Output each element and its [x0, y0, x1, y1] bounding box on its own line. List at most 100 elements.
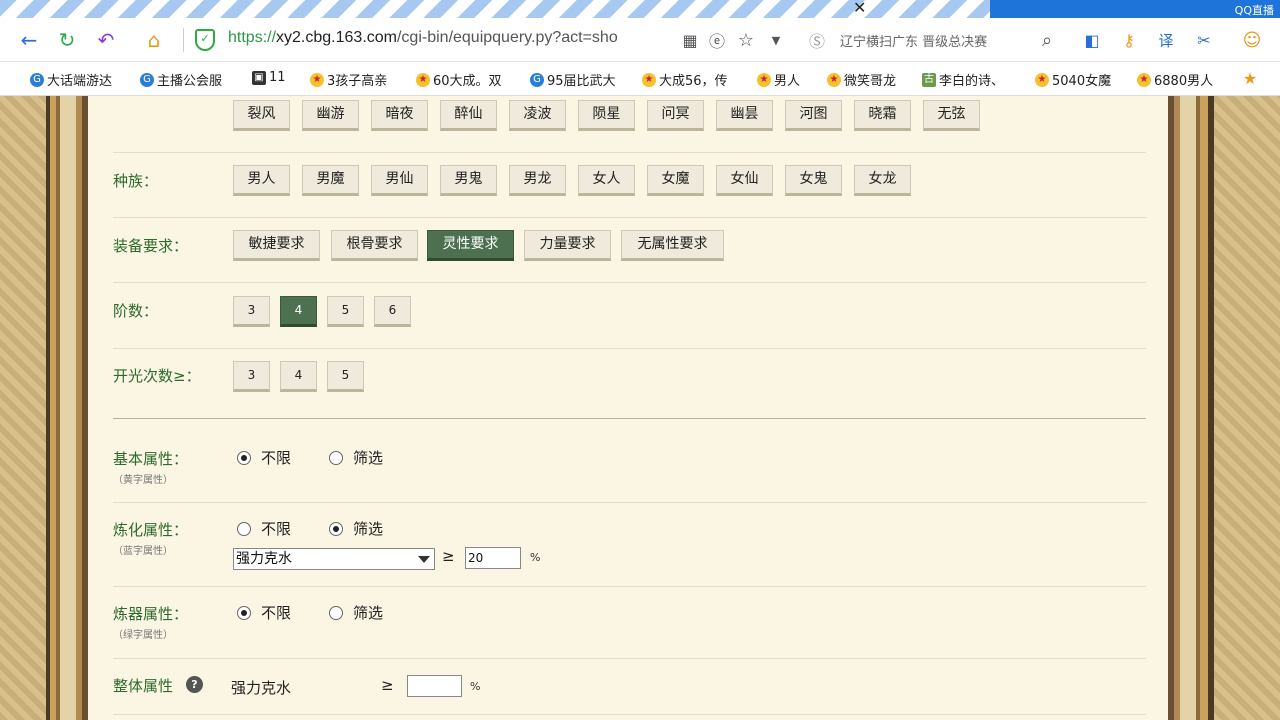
- race-option-button[interactable]: 女人: [578, 165, 635, 196]
- translate-icon[interactable]: 译: [1152, 26, 1180, 54]
- radio-dot: [329, 605, 343, 620]
- active-tab[interactable]: [0, 0, 990, 18]
- equip-req-button[interactable]: 敏捷要求: [233, 230, 320, 261]
- other-tab[interactable]: QQ直播: [990, 0, 1280, 18]
- race-option-button[interactable]: 男人: [233, 165, 290, 196]
- refine-attr-filter-radio[interactable]: 筛选: [329, 518, 383, 539]
- bookmark-icon: G: [30, 72, 44, 87]
- favorite-star-icon[interactable]: ☆: [732, 26, 760, 54]
- bookmark-item[interactable]: ▣ 11: [252, 70, 286, 85]
- dropdown-arrow-icon[interactable]: ▼: [762, 26, 790, 54]
- right-scroll-frame: [1168, 96, 1214, 720]
- key-icon[interactable]: ⚷: [1115, 26, 1143, 54]
- race-option-button[interactable]: 男魔: [302, 165, 359, 196]
- tier-label: 阶数：: [113, 302, 159, 320]
- other-tab-label: QQ直播: [1234, 4, 1274, 17]
- bookmark-item[interactable]: G 主播公会服: [140, 70, 222, 89]
- refine-attr-unlimited-radio[interactable]: 不限: [237, 518, 291, 539]
- style-option-button[interactable]: 醉仙: [440, 100, 497, 131]
- bookmarks-bar: G 大话端游达 G 主播公会服 ▣ 11 ★ 3孩子高亲 ★ 60大成。双 G 95届比武大…: [0, 62, 1280, 96]
- bookmark-item[interactable]: ★ 60大成。双: [416, 70, 502, 89]
- bookmark-label: 大话端游达: [47, 74, 113, 89]
- style-option-button[interactable]: 河图: [785, 100, 842, 131]
- style-option-button[interactable]: 幽游: [302, 100, 359, 131]
- open-count-option-button[interactable]: 3: [233, 361, 270, 392]
- radio-dot: [237, 521, 251, 536]
- radio-dot: [237, 450, 251, 465]
- style-option-button[interactable]: 问冥: [647, 100, 704, 131]
- smiley-icon[interactable]: ☺: [1238, 26, 1266, 54]
- basic-attr-filter-radio[interactable]: 筛选: [329, 447, 383, 468]
- race-option-button[interactable]: 女魔: [647, 165, 704, 196]
- forge-attr-filter-radio[interactable]: 筛选: [329, 602, 383, 623]
- tier-option-button[interactable]: 3: [233, 296, 270, 327]
- style-option-button[interactable]: 晓霜: [854, 100, 911, 131]
- race-option-button[interactable]: 女鬼: [785, 165, 842, 196]
- qr-code-icon[interactable]: ▦: [676, 26, 704, 54]
- divider: [113, 217, 1146, 218]
- basic-attr-unlimited-radio[interactable]: 不限: [237, 447, 291, 468]
- tier-option-button[interactable]: 6: [374, 296, 411, 327]
- open-count-option-button[interactable]: 4: [280, 361, 317, 392]
- bookmark-label: 大成56，传: [659, 74, 728, 89]
- race-option-button[interactable]: 男仙: [371, 165, 428, 196]
- bookmark-icon: ★: [642, 72, 656, 87]
- bookmark-label: 60大成。双: [433, 74, 502, 89]
- equip-req-button[interactable]: 力量要求: [524, 230, 611, 261]
- open-count-option-button[interactable]: 5: [327, 361, 364, 392]
- ie-mode-icon[interactable]: ⓔ: [703, 26, 731, 54]
- style-option-button[interactable]: 凌波: [509, 100, 566, 131]
- bookmark-item[interactable]: ★ 6880男人: [1137, 70, 1213, 89]
- bookmark-label: 95届比武大: [547, 74, 616, 89]
- refresh-icon[interactable]: ↻: [53, 26, 81, 54]
- divider: [113, 586, 1146, 587]
- tier-option-button[interactable]: 5: [327, 296, 364, 327]
- refine-attr-value-input[interactable]: 20: [465, 547, 521, 569]
- equip-req-button[interactable]: 无属性要求: [621, 230, 724, 261]
- bookmark-item[interactable]: G 大话端游达: [30, 70, 112, 89]
- address-bar[interactable]: https://xy2.cbg.163.com/cgi-bin/equipque…: [228, 29, 618, 47]
- bookmarks-more-icon[interactable]: ★: [1236, 64, 1264, 92]
- style-option-button[interactable]: 暗夜: [371, 100, 428, 131]
- bookmark-item[interactable]: ★ 5040女魔: [1035, 70, 1111, 89]
- search-engine-icon[interactable]: Ⓢ: [803, 26, 831, 54]
- percent-unit: %: [530, 551, 541, 564]
- bookmark-item[interactable]: ★ 男人: [757, 70, 800, 89]
- home-icon[interactable]: ⌂: [140, 26, 168, 54]
- overall-attr-value-input[interactable]: [407, 675, 462, 697]
- tier-option-button-selected[interactable]: 4: [280, 296, 317, 327]
- toolbar-divider: [183, 28, 184, 52]
- bookmark-item[interactable]: ★ 微笑哥龙: [827, 70, 896, 89]
- undo-icon[interactable]: ↶: [92, 26, 120, 54]
- bookmark-icon: ★: [310, 72, 324, 87]
- forge-attr-sublabel: （绿字属性）: [113, 630, 173, 641]
- race-option-button[interactable]: 女仙: [716, 165, 773, 196]
- bookmark-item[interactable]: G 95届比武大: [530, 70, 616, 89]
- search-icon[interactable]: ⌕: [1033, 26, 1061, 54]
- radio-label: 不限: [261, 449, 292, 467]
- extension-icon[interactable]: ◧: [1078, 26, 1106, 54]
- race-option-button[interactable]: 男龙: [509, 165, 566, 196]
- equip-req-button-selected[interactable]: 灵性要求: [427, 230, 514, 261]
- back-arrow-icon[interactable]: ←: [15, 26, 43, 54]
- forge-attr-unlimited-radio[interactable]: 不限: [237, 602, 291, 623]
- race-option-button[interactable]: 女龙: [854, 165, 911, 196]
- style-option-button[interactable]: 幽昙: [716, 100, 773, 131]
- search-hint[interactable]: 辽宁横扫广东 晋级总决赛: [840, 31, 987, 50]
- style-option-button[interactable]: 无弦: [923, 100, 980, 131]
- equip-req-label: 装备要求：: [113, 237, 189, 255]
- bookmark-item[interactable]: ★ 3孩子高亲: [310, 70, 387, 89]
- equip-req-button[interactable]: 根骨要求: [331, 230, 418, 261]
- tab-close-icon[interactable]: ✕: [853, 0, 866, 17]
- radio-dot: [237, 605, 251, 620]
- style-option-button[interactable]: 裂风: [233, 100, 290, 131]
- bookmark-item[interactable]: 古李白的诗、: [922, 70, 1004, 89]
- scissors-icon[interactable]: ✂: [1190, 26, 1218, 54]
- race-option-button[interactable]: 男鬼: [440, 165, 497, 196]
- help-icon[interactable]: ?: [186, 676, 203, 693]
- bookmark-icon: ★: [1137, 72, 1151, 87]
- bookmark-item[interactable]: ★ 大成56，传: [642, 70, 728, 89]
- style-option-button[interactable]: 陨星: [578, 100, 635, 131]
- bookmark-label: 3孩子高亲: [327, 74, 388, 89]
- refine-attr-select[interactable]: 强力克水: [233, 548, 435, 570]
